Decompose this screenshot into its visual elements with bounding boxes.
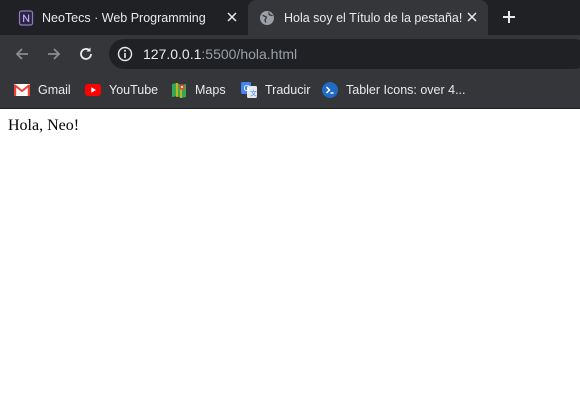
bookmark-gmail[interactable]: Gmail: [14, 81, 71, 99]
toolbar: 127.0.0.1:5500/hola.html: [0, 35, 580, 73]
bookmark-traducir[interactable]: G文 Traducir: [241, 81, 310, 99]
notion-n-icon: [18, 9, 34, 26]
tab-strip: NeoTecs · Web Programming Hola soy el Tí…: [0, 0, 580, 35]
close-icon[interactable]: [224, 9, 240, 25]
tab-neotecs[interactable]: NeoTecs · Web Programming: [0, 0, 248, 35]
reload-icon: [78, 46, 94, 62]
svg-text:文: 文: [250, 89, 257, 98]
translate-icon: G文: [241, 82, 257, 98]
back-button[interactable]: [12, 44, 32, 64]
arrow-right-icon: [46, 46, 62, 62]
tabler-icon: [322, 82, 338, 98]
globe-icon: [259, 10, 275, 26]
url-host: 127.0.0.1: [143, 46, 202, 62]
youtube-icon: [85, 82, 101, 98]
svg-text:G: G: [244, 84, 250, 93]
forward-button[interactable]: [44, 44, 64, 64]
bookmark-label: Tabler Icons: over 4...: [346, 83, 466, 97]
page-text: Hola, Neo!: [8, 117, 80, 134]
tab-title: NeoTecs · Web Programming: [42, 10, 206, 25]
maps-icon: [171, 82, 187, 98]
info-icon[interactable]: [117, 46, 133, 62]
address-bar[interactable]: 127.0.0.1:5500/hola.html: [109, 39, 580, 69]
bookmark-tabler-icons[interactable]: Tabler Icons: over 4...: [322, 81, 466, 99]
page-content: Hola, Neo!: [0, 109, 580, 401]
tab-title: Hola soy el Título de la pestaña!: [284, 10, 463, 25]
close-icon[interactable]: [464, 9, 480, 25]
plus-icon: [502, 10, 516, 24]
reload-button[interactable]: [76, 44, 96, 64]
bookmark-label: YouTube: [109, 83, 159, 97]
arrow-left-icon: [14, 46, 30, 62]
new-tab-button[interactable]: [500, 8, 518, 26]
bookmark-label: Maps: [195, 83, 226, 97]
tab-hola[interactable]: Hola soy el Título de la pestaña!: [248, 0, 488, 35]
bookmark-label: Gmail: [38, 83, 71, 97]
bookmark-label: Traducir: [265, 83, 311, 97]
gmail-icon: [14, 82, 30, 98]
bookmark-maps[interactable]: Maps: [171, 81, 226, 99]
url-path: :5500/hola.html: [201, 46, 298, 62]
bookmarks-bar: Gmail YouTube Maps G文 Traducir Tabler Ic…: [0, 73, 580, 109]
bookmark-youtube[interactable]: YouTube: [85, 81, 158, 99]
url-text: 127.0.0.1:5500/hola.html: [143, 46, 297, 62]
